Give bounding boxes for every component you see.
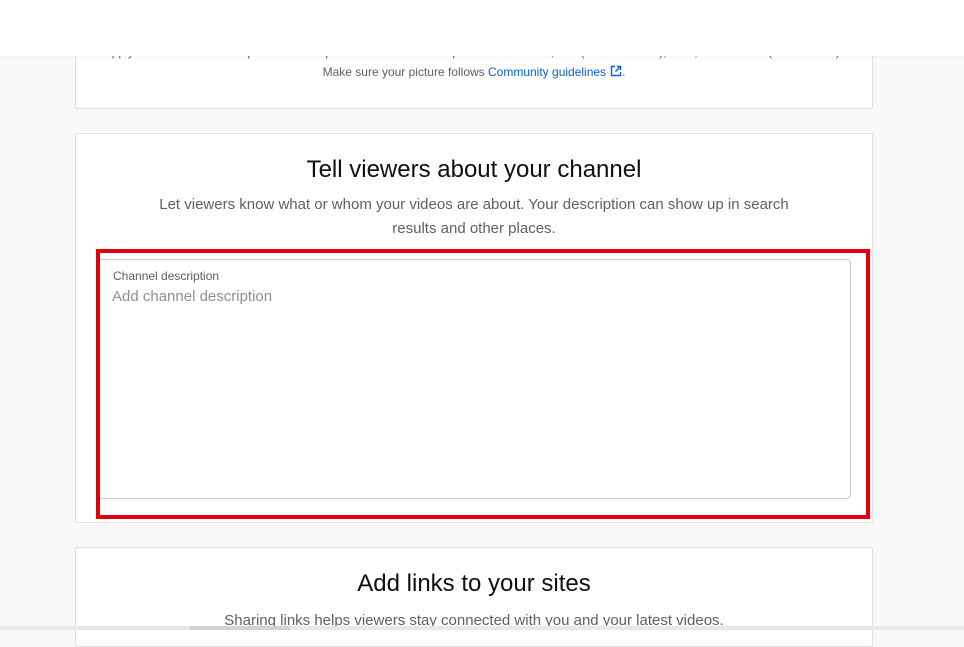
horizontal-scrollbar[interactable] bbox=[0, 626, 964, 630]
channel-description-label: Channel description bbox=[113, 269, 220, 283]
guidelines-suffix: . bbox=[622, 65, 626, 79]
external-link-icon[interactable] bbox=[610, 65, 622, 77]
guidelines-prefix: Make sure your picture follows bbox=[322, 65, 488, 79]
top-bar bbox=[0, 0, 964, 56]
channel-description-card: Tell viewers about your channel Let view… bbox=[75, 133, 873, 523]
community-guidelines-line: Make sure your picture follows Community… bbox=[76, 65, 872, 79]
channel-description-input[interactable] bbox=[112, 288, 832, 483]
links-section-title: Add links to your sites bbox=[357, 570, 591, 597]
links-card: Add links to your sites Sharing links he… bbox=[75, 547, 873, 647]
description-section-title: Tell viewers about your channel bbox=[306, 156, 642, 183]
channel-description-field[interactable]: Channel description bbox=[98, 259, 851, 499]
scrollbar-thumb[interactable] bbox=[190, 626, 290, 630]
community-guidelines-link-label[interactable]: Community guidelines bbox=[488, 65, 606, 79]
community-guidelines-link[interactable]: Community guidelines bbox=[488, 65, 622, 79]
description-section-help-text: Let viewers know what or whom your video… bbox=[159, 196, 789, 237]
